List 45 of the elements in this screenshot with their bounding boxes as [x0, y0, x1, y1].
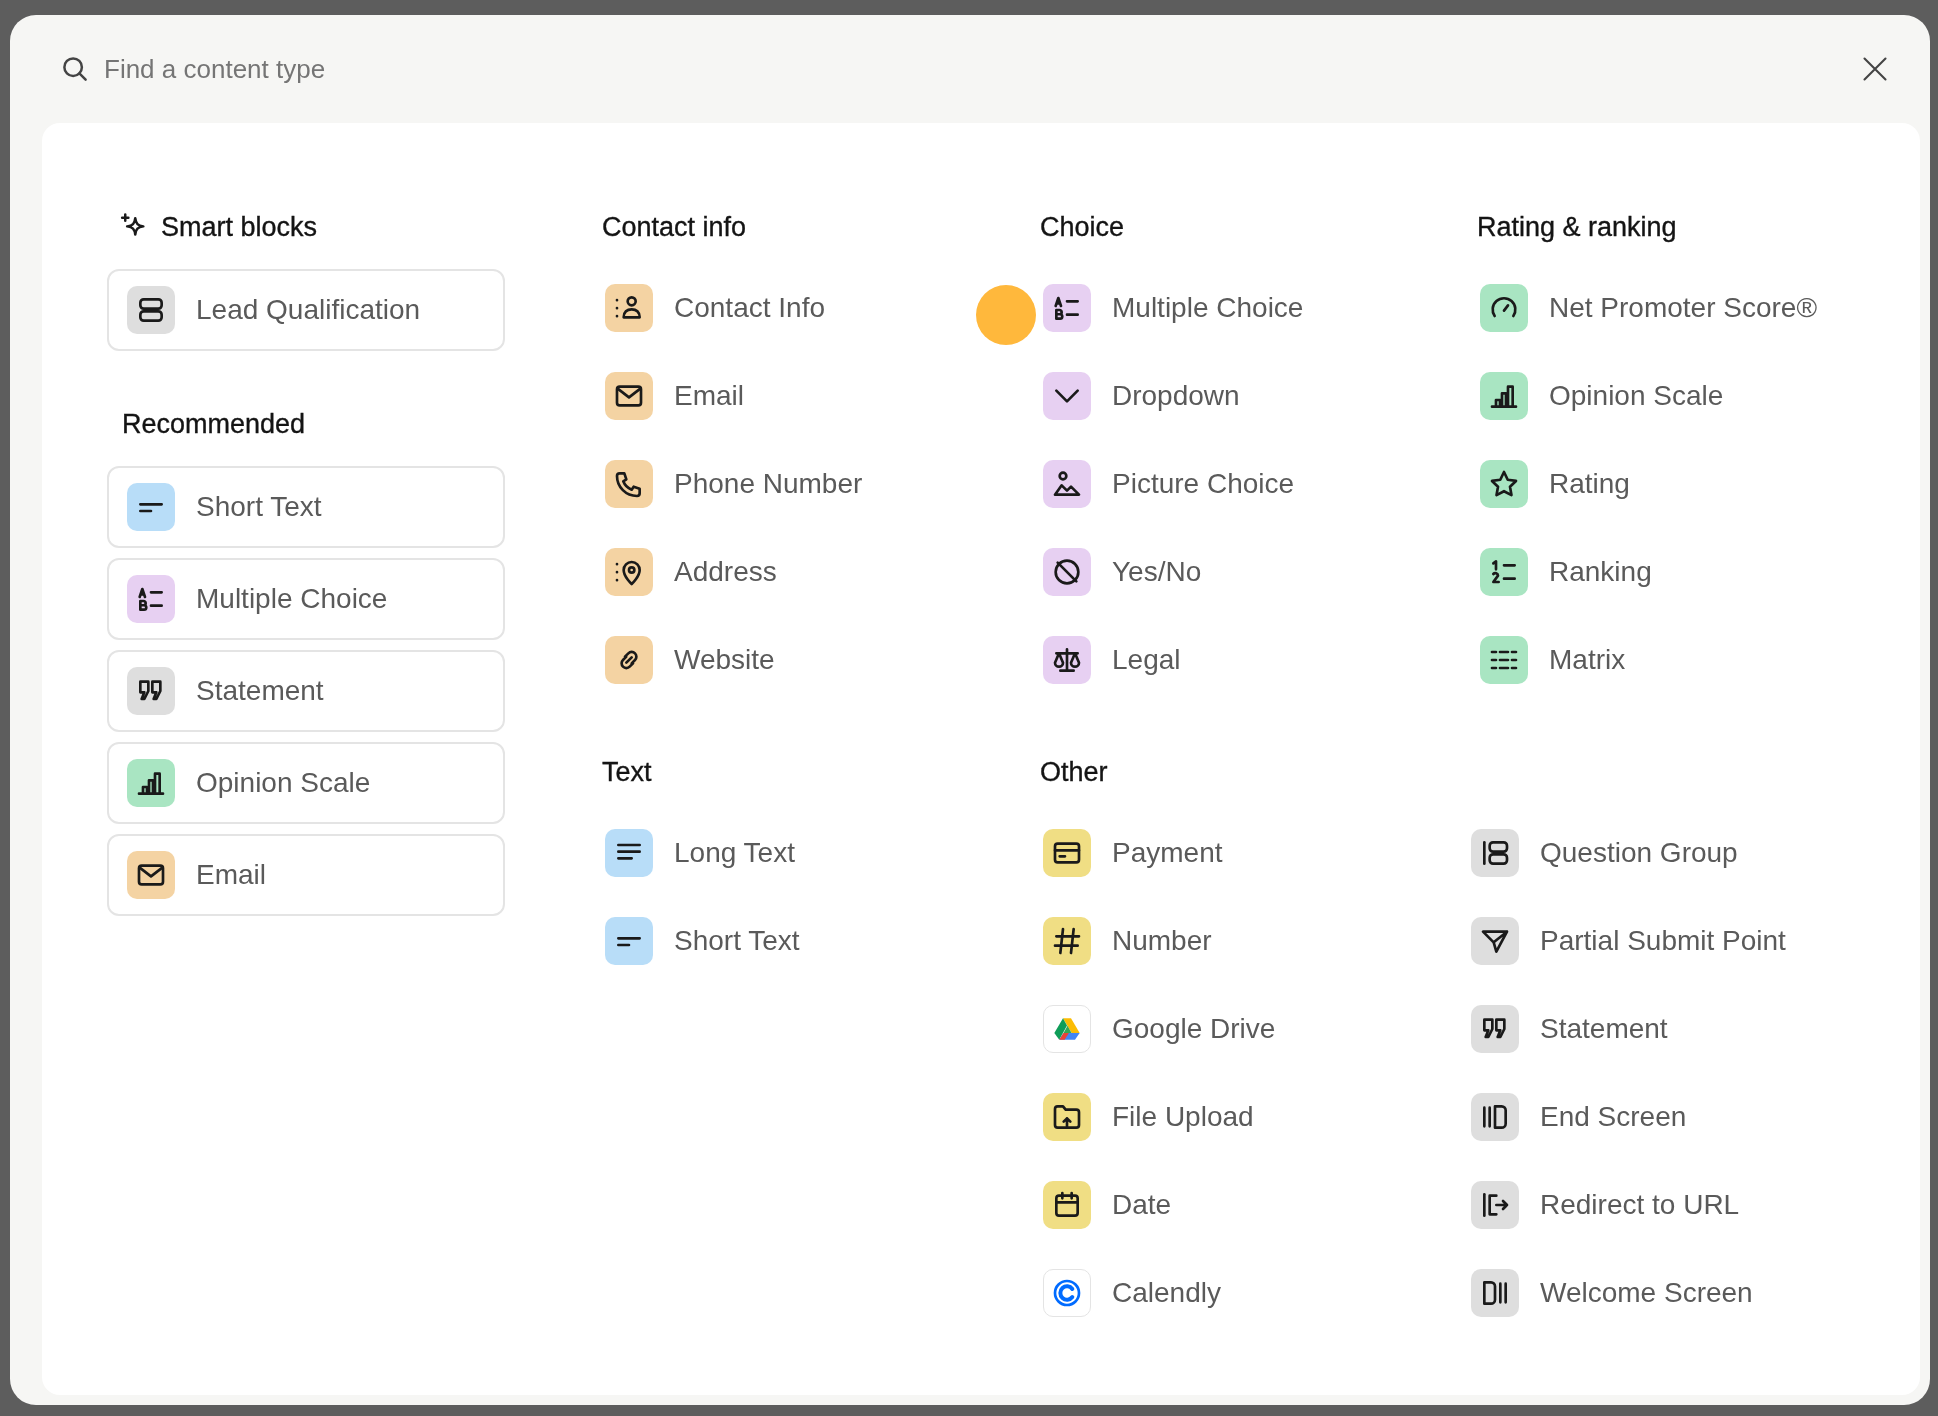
content-type-option[interactable]: Ranking	[1477, 528, 1655, 616]
section-heading: Other	[1040, 756, 1108, 788]
content-type-option[interactable]: Statement	[1468, 985, 1671, 1073]
content-type-option[interactable]: Dropdown	[1040, 352, 1243, 440]
section-heading: Rating & ranking	[1477, 211, 1677, 243]
content-type-option[interactable]: Picture Choice	[1040, 440, 1298, 528]
content-type-card[interactable]: Multiple Choice	[107, 558, 505, 640]
content-type-option[interactable]: Website	[602, 616, 778, 704]
content-type-option[interactable]: Address	[602, 528, 780, 616]
content-type-option[interactable]: Welcome Screen	[1468, 1249, 1756, 1337]
content-type-option[interactable]: Net Promoter Score®	[1477, 264, 1821, 352]
content-type-option[interactable]: Multiple Choice	[1040, 264, 1307, 352]
section-heading: Text	[602, 756, 652, 788]
content-type-option[interactable]: Yes/No	[1040, 528, 1205, 616]
section-heading: Smart blocks	[161, 211, 318, 243]
content-type-option[interactable]: Short Text	[602, 897, 803, 985]
content-type-option[interactable]: Question Group	[1468, 809, 1741, 897]
content-type-option[interactable]: Payment	[1040, 809, 1226, 897]
content-type-option[interactable]: File Upload	[1040, 1073, 1257, 1161]
section-heading: Contact info	[602, 211, 747, 243]
content-type-option[interactable]: Long Text	[602, 809, 798, 897]
content-type-card[interactable]: Email	[107, 834, 505, 916]
content-type-option[interactable]: Google Drive	[1040, 985, 1279, 1073]
content-type-option[interactable]: Opinion Scale	[1477, 352, 1727, 440]
close-icon	[1861, 55, 1889, 83]
content-type-card[interactable]: Short Text	[107, 466, 505, 548]
search-icon	[60, 54, 90, 84]
section-heading: Recommended	[122, 408, 306, 440]
content-type-option[interactable]: Phone Number	[602, 440, 866, 528]
content-type-option[interactable]: Matrix	[1477, 616, 1629, 704]
section-heading: Choice	[1040, 211, 1125, 243]
search-field[interactable]: Find a content type	[104, 53, 1844, 85]
content-type-option[interactable]: Partial Submit Point	[1468, 897, 1789, 985]
content-type-option[interactable]: End Screen	[1468, 1073, 1690, 1161]
content-type-card[interactable]: Lead Qualification	[107, 269, 505, 351]
content-type-option[interactable]: Legal	[1040, 616, 1184, 704]
content-type-option[interactable]: Date	[1040, 1161, 1175, 1249]
content-type-option[interactable]: Contact Info	[602, 264, 828, 352]
content-type-option[interactable]: Rating	[1477, 440, 1633, 528]
content-type-option[interactable]: Calendly	[1040, 1249, 1224, 1337]
content-type-card[interactable]: Opinion Scale	[107, 742, 505, 824]
content-type-option[interactable]: Redirect to URL	[1468, 1161, 1743, 1249]
content-type-option[interactable]: Number	[1040, 897, 1215, 985]
content-type-card[interactable]: Statement	[107, 650, 505, 732]
content-type-option[interactable]: Email	[602, 352, 747, 440]
